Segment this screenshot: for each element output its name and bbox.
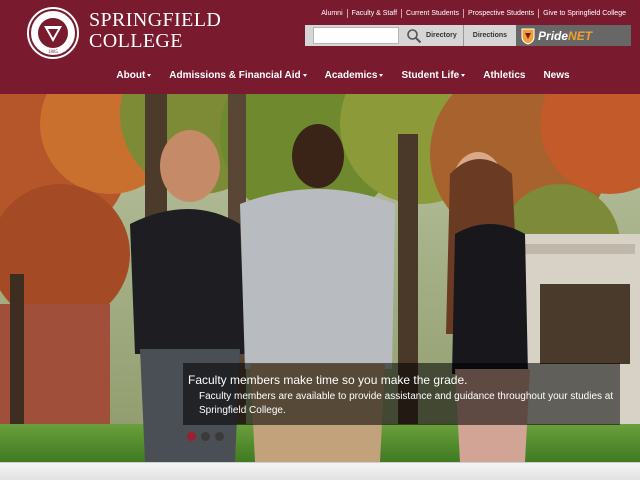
site-header: 1885 SPRINGFIELD COLLEGE Alumni Faculty … bbox=[0, 0, 640, 94]
wordmark-line1: SPRINGFIELD bbox=[89, 9, 222, 31]
pridenet-label: PrideNET bbox=[538, 28, 593, 43]
college-wordmark[interactable]: SPRINGFIELD COLLEGE bbox=[89, 10, 221, 52]
main-nav: About Admissions & Financial Aid Academi… bbox=[0, 70, 640, 81]
pridenet-link[interactable]: PrideNET bbox=[516, 25, 631, 46]
hero-caption: Faculty members make time so you make th… bbox=[183, 363, 620, 425]
slide-dot-1[interactable] bbox=[187, 432, 196, 441]
college-seal-logo[interactable]: 1885 bbox=[27, 7, 79, 59]
hero-caption-body: Faculty members are available to provide… bbox=[199, 391, 614, 416]
nav-news[interactable]: News bbox=[534, 70, 578, 81]
nav-student-life[interactable]: Student Life bbox=[392, 70, 474, 81]
slide-indicators bbox=[187, 432, 229, 441]
utility-link-prospective-students[interactable]: Prospective Students bbox=[462, 9, 538, 18]
search-icon bbox=[406, 28, 421, 43]
nav-academics[interactable]: Academics bbox=[316, 70, 393, 81]
wordmark-line2: COLLEGE bbox=[89, 30, 183, 52]
utility-nav: Alumni Faculty & Staff Current Students … bbox=[317, 9, 630, 18]
search-input[interactable] bbox=[313, 27, 399, 44]
slide-dot-2[interactable] bbox=[201, 432, 210, 441]
nav-about[interactable]: About bbox=[107, 70, 160, 81]
utility-link-alumni[interactable]: Alumni bbox=[317, 9, 346, 18]
chevron-down-icon bbox=[302, 74, 307, 77]
chevron-down-icon bbox=[147, 74, 152, 77]
chevron-down-icon bbox=[461, 74, 466, 77]
directions-link[interactable]: Directions bbox=[464, 25, 516, 46]
nav-athletics[interactable]: Athletics bbox=[474, 70, 534, 81]
slide-dot-3[interactable] bbox=[215, 432, 224, 441]
seal-year: 1885 bbox=[48, 50, 59, 55]
pridenet-shield-icon bbox=[521, 28, 535, 45]
directory-link[interactable]: Directory bbox=[424, 25, 464, 46]
hero-caption-title: Faculty members make time so you make th… bbox=[188, 373, 468, 387]
nav-admissions[interactable]: Admissions & Financial Aid bbox=[160, 70, 315, 81]
search-button[interactable] bbox=[403, 25, 424, 46]
content-strip bbox=[0, 462, 640, 480]
chevron-down-icon bbox=[379, 74, 384, 77]
utility-link-faculty-staff[interactable]: Faculty & Staff bbox=[346, 9, 401, 18]
utility-link-current-students[interactable]: Current Students bbox=[401, 9, 463, 18]
utility-link-give[interactable]: Give to Springfield College bbox=[538, 9, 630, 18]
search-bar: Directory Directions PrideNET bbox=[305, 25, 631, 46]
